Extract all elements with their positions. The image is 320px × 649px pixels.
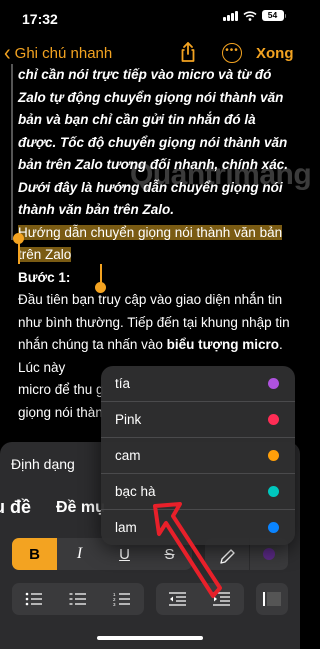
block-quote-icon [263, 592, 281, 606]
dashed-list-icon [69, 593, 86, 605]
selection-start-line [18, 240, 20, 264]
body-bold-text: biểu tượng micro [166, 337, 280, 352]
selection-end-handle[interactable] [95, 282, 106, 293]
share-icon[interactable] [176, 40, 200, 64]
numbered-list-icon: 1 2 3 [113, 592, 130, 606]
style-heading[interactable]: u đề [0, 497, 31, 518]
color-option-label: Pink [115, 412, 142, 427]
back-button[interactable]: ‹ Ghi chú nhanh [4, 40, 113, 66]
block-quote-button[interactable] [256, 583, 288, 615]
color-dot [268, 486, 279, 497]
bullet-list-icon [25, 592, 42, 606]
chevron-left-icon: ‹ [4, 40, 11, 66]
signal-icon [223, 10, 238, 21]
color-option-orange[interactable]: cam [101, 438, 295, 474]
wifi-icon [242, 10, 257, 21]
status-time: 17:32 [22, 11, 58, 27]
quote-bar [11, 64, 13, 240]
numbered-list-button[interactable]: 1 2 3 [100, 583, 144, 615]
color-option-label: cam [115, 448, 141, 463]
dashed-list-button[interactable] [56, 583, 100, 615]
battery-level: 54 [261, 10, 284, 21]
color-swatch [263, 548, 275, 560]
bold-button[interactable]: B [12, 538, 57, 570]
color-dot [268, 450, 279, 461]
back-label: Ghi chú nhanh [14, 45, 113, 62]
battery-icon: 54 [261, 10, 286, 21]
selection-end-line [100, 264, 102, 284]
format-panel-title: Định dạng [11, 456, 75, 472]
color-dot [268, 414, 279, 425]
bulleted-list-button[interactable] [12, 583, 56, 615]
watermark-logo: Quantrimang [130, 158, 312, 191]
annotation-arrow [153, 502, 222, 598]
status-icons: 54 [223, 10, 286, 21]
italic-paragraph: chỉ cần nói trực tiếp vào micro và từ đó… [18, 67, 288, 217]
color-dot [268, 378, 279, 389]
svg-text:3: 3 [113, 602, 116, 606]
italic-button[interactable]: I [57, 538, 102, 570]
more-options-icon[interactable]: ••• [222, 43, 242, 63]
style-subheading[interactable]: Đề mụ [56, 499, 105, 517]
color-dot [268, 522, 279, 533]
color-option-label: lam [115, 520, 137, 535]
done-button[interactable]: Xong [256, 45, 294, 62]
color-option-label: tía [115, 376, 131, 391]
color-option-pink[interactable]: Pink [101, 402, 295, 438]
step-title: Bước 1: [18, 269, 71, 285]
home-indicator [97, 636, 203, 640]
selected-text[interactable]: Hướng dẫn chuyển giọng nói thành văn bản… [18, 224, 283, 262]
color-option-purple[interactable]: tía [101, 366, 295, 402]
